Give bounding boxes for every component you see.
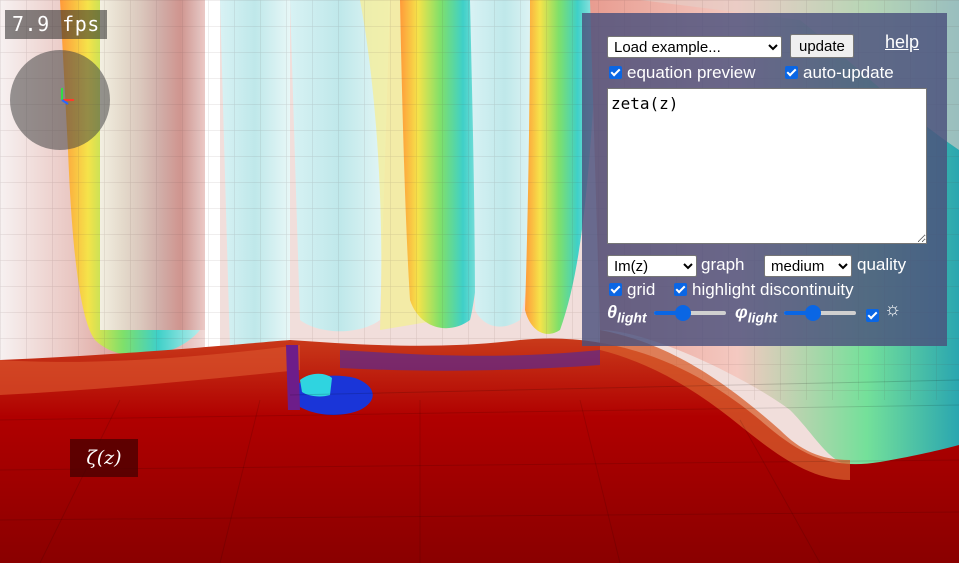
- sun-icon: ☼: [884, 299, 902, 320]
- control-panel: Load example... update help equation pre…: [582, 13, 947, 346]
- theta-light-label: θlight: [607, 302, 647, 326]
- auto-update-option[interactable]: auto-update: [785, 63, 894, 83]
- equation-preview-option[interactable]: equation preview: [609, 63, 756, 83]
- grid-checkbox[interactable]: [609, 283, 622, 296]
- light-toggle-checkbox[interactable]: [866, 309, 879, 322]
- equation-preview-label: equation preview: [627, 63, 756, 82]
- highlight-discontinuity-label: highlight discontinuity: [692, 280, 854, 299]
- quality-select[interactable]: medium: [764, 255, 852, 277]
- axes-gizmo[interactable]: [10, 50, 110, 150]
- auto-update-label: auto-update: [803, 63, 894, 82]
- highlight-discontinuity-option[interactable]: highlight discontinuity: [674, 280, 854, 300]
- update-button[interactable]: update: [790, 34, 854, 58]
- load-example-select[interactable]: Load example...: [607, 36, 782, 58]
- equation-preview-checkbox[interactable]: [609, 66, 622, 79]
- equation-label: ζ(z): [70, 439, 138, 477]
- quality-label: quality: [857, 255, 907, 274]
- grid-label: grid: [627, 280, 656, 299]
- auto-update-checkbox[interactable]: [785, 66, 798, 79]
- graph-label: graph: [701, 255, 745, 274]
- graph-mode-select[interactable]: Im(z): [607, 255, 697, 277]
- highlight-discontinuity-checkbox[interactable]: [674, 283, 687, 296]
- theta-light-slider[interactable]: [654, 305, 726, 321]
- phi-light-slider[interactable]: [784, 305, 856, 321]
- phi-light-label: φlight: [735, 302, 778, 326]
- grid-option[interactable]: grid: [609, 280, 655, 300]
- help-link[interactable]: help: [885, 32, 919, 53]
- fps-counter: 7.9 fps: [5, 10, 107, 39]
- axes-icon: [61, 88, 74, 105]
- equation-input[interactable]: zeta(z): [607, 88, 927, 244]
